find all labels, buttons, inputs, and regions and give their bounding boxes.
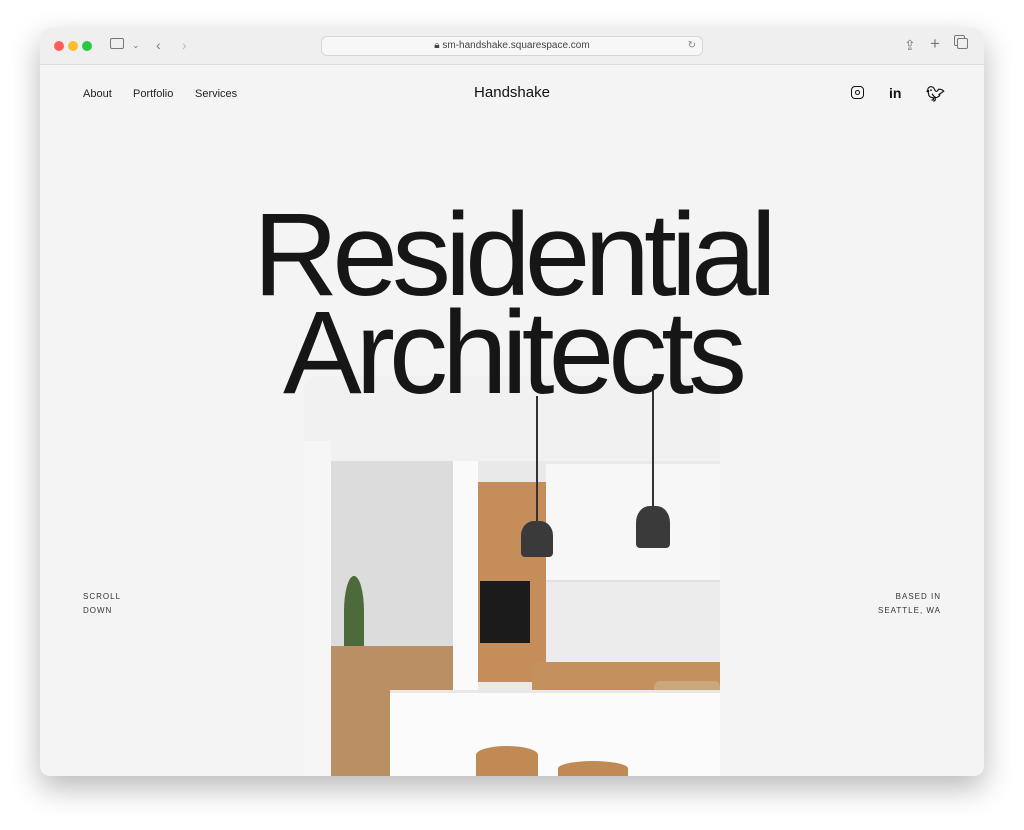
location-note: BASED IN SEATTLE, WA — [878, 590, 941, 618]
zoom-window-button[interactable] — [82, 41, 92, 51]
instagram-icon[interactable] — [851, 86, 864, 99]
site-logo[interactable]: Handshake — [40, 84, 984, 101]
minimize-window-button[interactable] — [68, 41, 78, 51]
hero-title-line2: Architects — [282, 287, 747, 419]
new-tab-icon[interactable]: + — [930, 35, 940, 52]
location-label: SEATTLE, WA — [877, 606, 941, 615]
tabs-overview-icon[interactable] — [957, 38, 968, 49]
address-bar[interactable]: 🔒︎ sm-handshake.squarespace.com ↻ — [321, 36, 703, 56]
close-window-button[interactable] — [54, 41, 64, 51]
sidebar-icon[interactable] — [110, 38, 124, 49]
url-text: sm-handshake.squarespace.com — [442, 40, 590, 51]
chevron-down-icon[interactable]: ⌄ — [132, 37, 140, 53]
back-icon[interactable]: ‹ — [156, 37, 161, 53]
down-label: DOWN — [83, 606, 113, 615]
based-in-label: BASED IN — [895, 592, 941, 601]
scroll-label: SCROLL — [83, 592, 122, 601]
linkedin-icon[interactable]: in — [889, 85, 901, 101]
hero-kitchen-image — [304, 376, 720, 776]
scroll-down-hint[interactable]: SCROLL DOWN — [83, 590, 121, 618]
forward-icon[interactable]: › — [182, 37, 187, 53]
browser-window: ⌄ ‹ › 🔒︎ sm-handshake.squarespace.com ↻ ⇪… — [40, 28, 984, 776]
reload-icon[interactable]: ↻ — [688, 37, 696, 55]
browser-toolbar: ⌄ ‹ › 🔒︎ sm-handshake.squarespace.com ↻ ⇪… — [40, 28, 984, 65]
share-icon[interactable]: ⇪ — [904, 37, 916, 53]
twitter-icon[interactable]: 🐦︎ — [926, 85, 945, 103]
